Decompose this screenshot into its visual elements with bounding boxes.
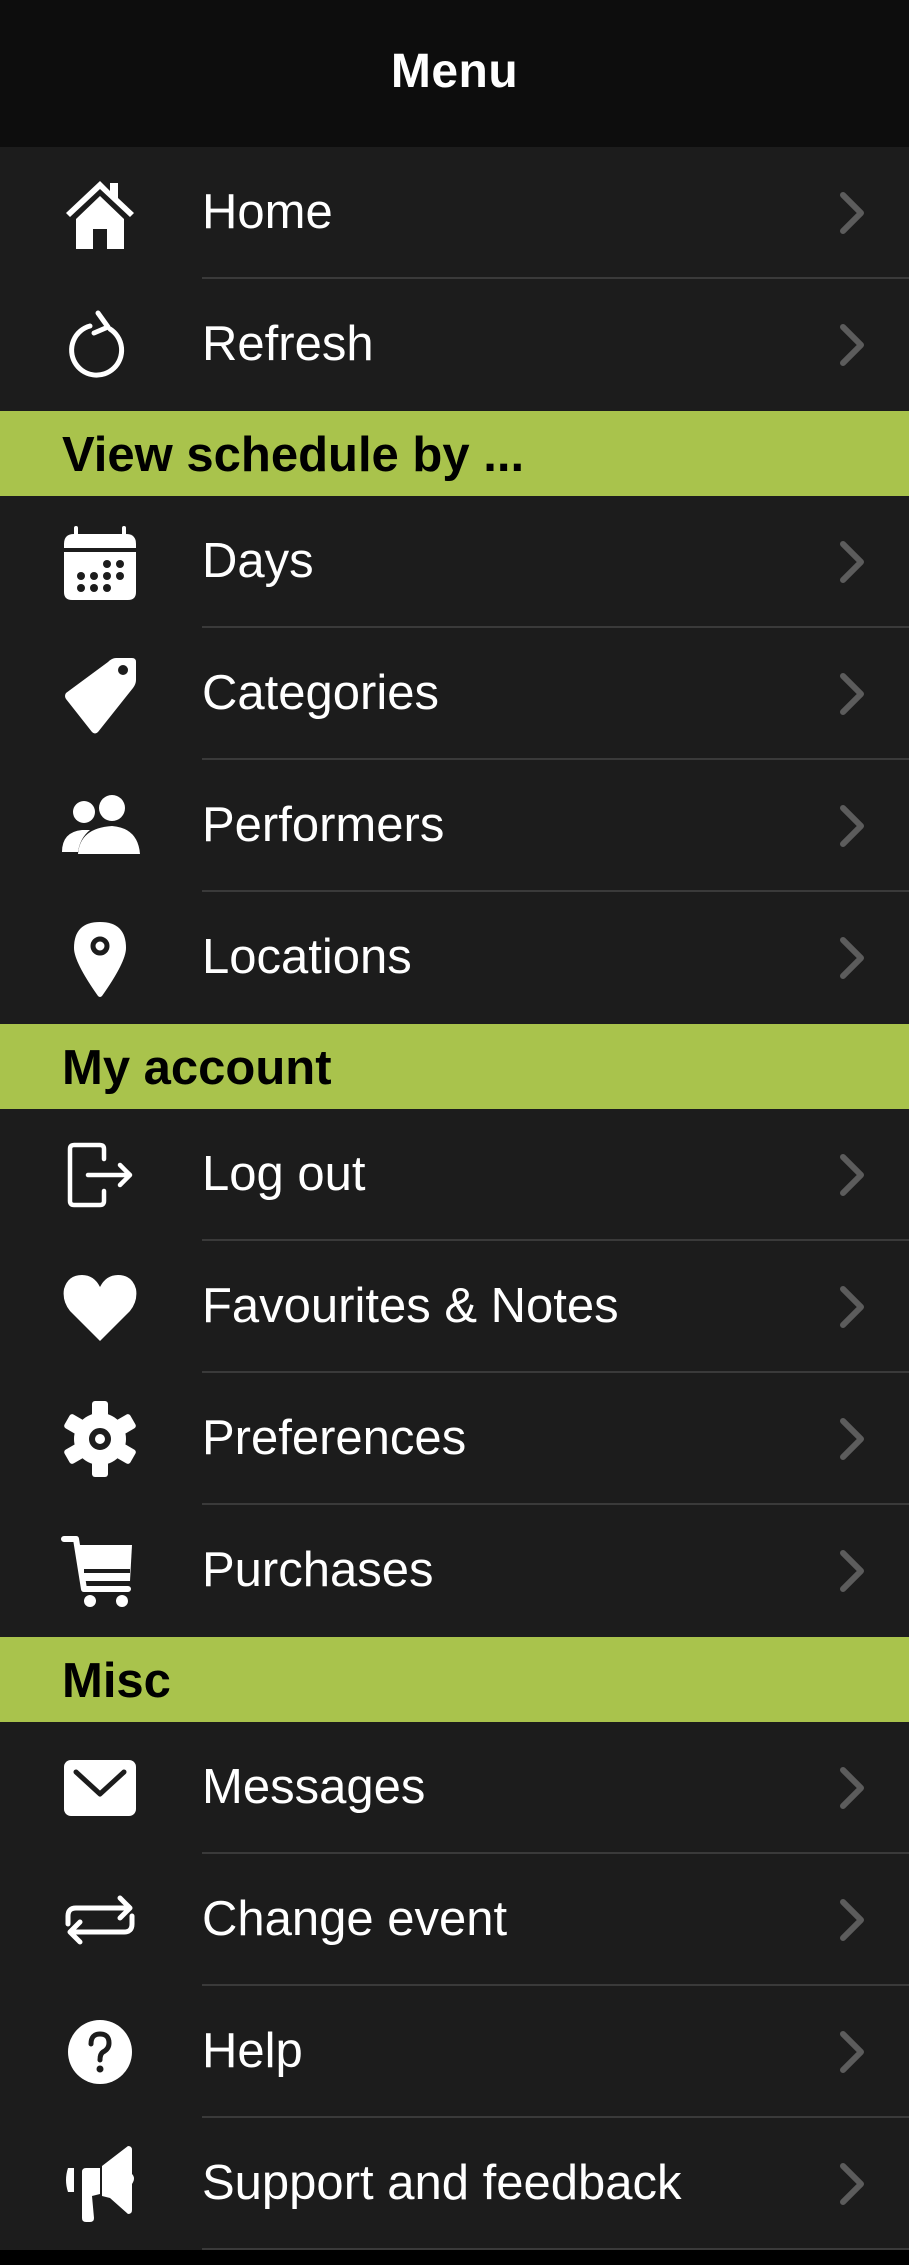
menu-item-log-out[interactable]: Log out	[0, 1109, 909, 1241]
logout-icon	[60, 1135, 140, 1215]
page-title: Menu	[390, 45, 519, 98]
menu-item-help[interactable]: Help	[0, 1986, 909, 2118]
menu-item-messages[interactable]: Messages	[0, 1722, 909, 1854]
gear-icon	[60, 1399, 140, 1479]
menu-item-preferences[interactable]: Preferences	[0, 1373, 909, 1505]
chevron-right-icon	[840, 805, 864, 847]
chevron-right-icon	[840, 1286, 864, 1328]
menu-item-days[interactable]: Days	[0, 496, 909, 628]
help-icon	[60, 2012, 140, 2092]
menu-item-support-feedback[interactable]: Support and feedback	[0, 2118, 909, 2250]
menu-item-home[interactable]: Home	[0, 147, 909, 279]
chevron-right-icon	[840, 2031, 864, 2073]
nav-header: Menu	[0, 0, 909, 147]
menu-item-label: Categories	[202, 665, 439, 720]
refresh-icon	[60, 305, 140, 385]
menu-item-label: Messages	[202, 1759, 426, 1814]
menu-item-label: Preferences	[202, 1410, 467, 1465]
menu-item-label: Locations	[202, 929, 412, 984]
bottom-safe-area	[0, 2250, 909, 2265]
menu-item-label: Refresh	[202, 316, 374, 371]
menu-item-refresh[interactable]: Refresh	[0, 279, 909, 411]
chevron-right-icon	[840, 1550, 864, 1592]
users-icon	[60, 786, 140, 866]
heart-icon	[60, 1267, 140, 1347]
envelope-icon	[60, 1748, 140, 1828]
calendar-icon	[60, 522, 140, 602]
menu-item-label: Log out	[202, 1146, 366, 1201]
swap-icon	[60, 1880, 140, 1960]
menu-item-performers[interactable]: Performers	[0, 760, 909, 892]
megaphone-icon	[60, 2144, 140, 2224]
chevron-right-icon	[840, 2163, 864, 2205]
section-label: View schedule by ...	[62, 427, 525, 482]
menu-list: Home Refresh View schedule by ... Days C…	[0, 147, 909, 2250]
home-icon	[60, 173, 140, 253]
menu-item-favourites-notes[interactable]: Favourites & Notes	[0, 1241, 909, 1373]
section-header-view-schedule: View schedule by ...	[0, 411, 909, 496]
menu-item-label: Help	[202, 2023, 303, 2078]
chevron-right-icon	[840, 937, 864, 979]
chevron-right-icon	[840, 1418, 864, 1460]
map-pin-icon	[60, 918, 140, 998]
menu-item-label: Home	[202, 184, 333, 239]
menu-item-label: Change event	[202, 1891, 508, 1946]
menu-item-label: Favourites & Notes	[202, 1278, 619, 1333]
cart-icon	[60, 1531, 140, 1611]
section-label: Misc	[62, 1653, 171, 1708]
separator	[202, 2248, 909, 2250]
chevron-right-icon	[840, 1767, 864, 1809]
menu-item-purchases[interactable]: Purchases	[0, 1505, 909, 1637]
section-label: My account	[62, 1040, 332, 1095]
menu-item-change-event[interactable]: Change event	[0, 1854, 909, 1986]
menu-item-label: Performers	[202, 797, 445, 852]
section-header-misc: Misc	[0, 1637, 909, 1722]
section-header-my-account: My account	[0, 1024, 909, 1109]
chevron-right-icon	[840, 541, 864, 583]
menu-item-locations[interactable]: Locations	[0, 892, 909, 1024]
chevron-right-icon	[840, 1899, 864, 1941]
menu-item-label: Purchases	[202, 1542, 434, 1597]
menu-item-label: Days	[202, 533, 314, 588]
chevron-right-icon	[840, 673, 864, 715]
menu-item-categories[interactable]: Categories	[0, 628, 909, 760]
tag-icon	[60, 654, 140, 734]
chevron-right-icon	[840, 192, 864, 234]
menu-item-label: Support and feedback	[202, 2155, 682, 2210]
chevron-right-icon	[840, 1154, 864, 1196]
chevron-right-icon	[840, 324, 864, 366]
